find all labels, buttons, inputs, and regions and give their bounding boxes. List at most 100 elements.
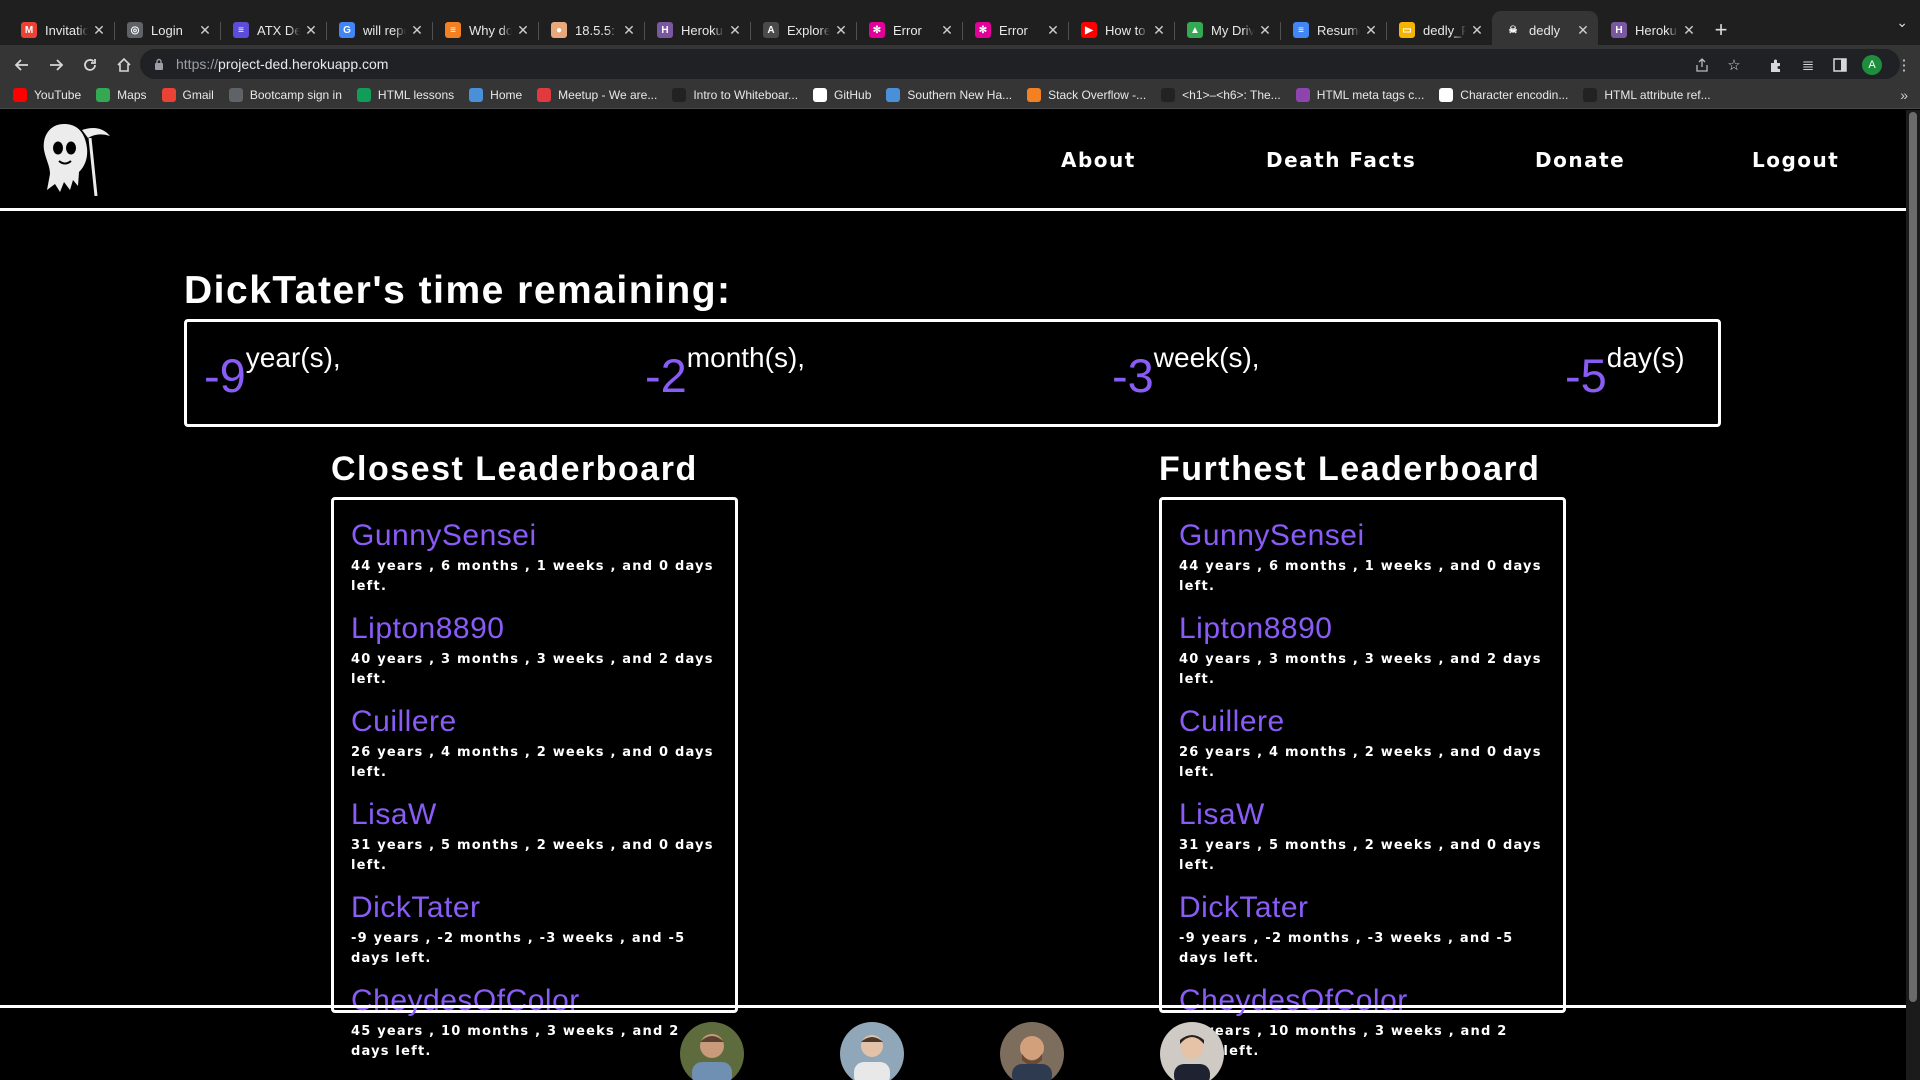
tab-favicon-icon: ≡ (233, 22, 249, 38)
leaderboard-username[interactable]: Cuillere (351, 705, 721, 739)
browser-tab-strip: MInvitation✕◎Login✕≡ATX Defi✕Gwill repo✕… (0, 0, 1920, 49)
bookmark-item[interactable]: Southern New Ha... (886, 87, 1012, 102)
browser-tab[interactable]: A Explorer✕ (750, 11, 856, 49)
tab-title: dedly_P (1423, 22, 1466, 38)
profile-avatar[interactable]: A (1856, 49, 1888, 81)
bookmark-item[interactable]: GitHub (813, 87, 871, 102)
leaderboard-time-left: -9 years , -2 months , -3 weeks , and -5… (351, 931, 686, 966)
tab-close-icon[interactable]: ✕ (410, 22, 424, 39)
browser-menu-icon[interactable]: ⋮ (1888, 49, 1920, 81)
reading-list-icon[interactable]: ≣ (1792, 49, 1824, 81)
browser-tab[interactable]: M Invitation✕ (8, 11, 114, 49)
leaderboard-username[interactable]: DickTater (1179, 891, 1549, 925)
browser-tab[interactable]: ≡ ATX Defi✕ (220, 11, 326, 49)
scrollbar-thumb[interactable] (1909, 112, 1917, 1002)
tab-close-icon[interactable]: ✕ (1046, 22, 1060, 39)
bookmark-item[interactable]: <h1>–<h6>: The... (1161, 87, 1281, 102)
browser-tab[interactable]: Gwill repo ✕ (326, 11, 432, 49)
bookmarks-bar: YouTube Maps Gmail Bootcamp sign in HTML les… (0, 81, 1920, 109)
leaderboard-username[interactable]: CheydesOfColor (1179, 984, 1549, 1018)
tab-close-icon[interactable]: ✕ (622, 22, 636, 39)
address-bar[interactable]: https://project-ded.herokuapp.com (140, 49, 1900, 79)
tab-close-icon[interactable]: ✕ (516, 22, 530, 39)
tab-search-chevron-icon[interactable]: ⌄ (1896, 14, 1908, 31)
grim-reaper-logo-icon[interactable] (38, 118, 112, 196)
browser-tab[interactable]: ☠ dedly ✕ (1492, 11, 1598, 49)
bookmark-item[interactable]: Bootcamp sign in (228, 87, 342, 102)
browser-tab[interactable]: ◎ Login ✕ (114, 11, 220, 49)
browser-tab[interactable]: ✻ Error ✕ (962, 11, 1068, 49)
nav-death-facts-link[interactable]: Death Facts (1266, 148, 1416, 172)
leaderboard-username[interactable]: DickTater (351, 891, 721, 925)
new-tab-button[interactable]: + (1704, 11, 1738, 49)
leaderboard-username[interactable]: LisaW (351, 798, 721, 832)
team-member-photo[interactable] (680, 1022, 744, 1080)
browser-tab[interactable]: ✻ Error ✕ (856, 11, 962, 49)
team-member-photo[interactable] (1000, 1022, 1064, 1080)
tab-close-icon[interactable]: ✕ (1152, 22, 1166, 39)
browser-tab[interactable]: ▲ My Drive✕ (1174, 11, 1280, 49)
tab-close-icon[interactable]: ✕ (834, 22, 848, 39)
nav-donate-link[interactable]: Donate (1535, 148, 1625, 172)
home-icon[interactable] (108, 49, 140, 81)
bookmarks-overflow-icon[interactable]: » (1900, 87, 1908, 103)
bookmark-item[interactable]: Stack Overflow -... (1027, 87, 1146, 102)
team-member-photo[interactable] (1160, 1022, 1224, 1080)
browser-tab[interactable]: H Heroku |✕ (1598, 11, 1704, 49)
tab-close-icon[interactable]: ✕ (728, 22, 742, 39)
tab-close-icon[interactable]: ✕ (1364, 22, 1378, 39)
bookmark-item[interactable]: YouTube (13, 87, 81, 102)
bookmark-favicon-icon (469, 87, 484, 102)
leaderboard-username[interactable]: Lipton8890 (1179, 612, 1549, 646)
tab-close-icon[interactable]: ✕ (1470, 22, 1484, 39)
tab-close-icon[interactable]: ✕ (198, 22, 212, 39)
share-icon[interactable] (1686, 49, 1718, 81)
tab-close-icon[interactable]: ✕ (92, 22, 106, 39)
bookmark-label: Gmail (182, 87, 214, 102)
browser-tab[interactable]: ≡ Why doe✕ (432, 11, 538, 49)
browser-tab[interactable]: ≡ Resume✕ (1280, 11, 1386, 49)
bookmark-item[interactable]: HTML attribute ref... (1583, 87, 1711, 102)
bookmark-item[interactable]: HTML lessons (356, 87, 454, 102)
bookmark-label: HTML meta tags c... (1316, 87, 1425, 102)
nav-logout-link[interactable]: Logout (1752, 148, 1839, 172)
leaderboard-username[interactable]: CheydesOfColor (351, 984, 721, 1018)
tab-close-icon[interactable]: ✕ (1576, 22, 1590, 39)
side-panel-icon[interactable] (1824, 49, 1856, 81)
tab-title: Explorer (787, 22, 830, 38)
extensions-puzzle-icon[interactable] (1760, 49, 1792, 81)
bookmark-item[interactable]: Meetup - We are... (537, 87, 657, 102)
leaderboard-time-left: 26 years , 4 months , 2 weeks , and 0 da… (1179, 745, 1542, 780)
bookmark-favicon-icon (161, 87, 176, 102)
leaderboard-username[interactable]: LisaW (1179, 798, 1549, 832)
leaderboard-entry: CheydesOfColor 45 years , 10 months , 3 w… (351, 984, 721, 1062)
team-member-photo[interactable] (840, 1022, 904, 1080)
tab-close-icon[interactable]: ✕ (1258, 22, 1272, 39)
reload-icon[interactable] (74, 49, 106, 81)
bookmark-item[interactable]: Gmail (161, 87, 214, 102)
back-arrow-icon[interactable] (6, 49, 38, 81)
tab-close-icon[interactable]: ✕ (304, 22, 318, 39)
bookmark-item[interactable]: Maps (96, 87, 147, 102)
tab-favicon-icon: ✻ (869, 22, 885, 38)
browser-tab[interactable]: ● 18.5.5: L✕ (538, 11, 644, 49)
leaderboard-username[interactable]: GunnySensei (1179, 519, 1549, 553)
browser-tab[interactable]: ▭ dedly_P ✕ (1386, 11, 1492, 49)
nav-about-link[interactable]: About (1061, 148, 1136, 172)
months-remaining: -2 month(s), (645, 344, 805, 400)
browser-tab[interactable]: H Heroku W✕ (644, 11, 750, 49)
leaderboard-username[interactable]: Lipton8890 (351, 612, 721, 646)
bookmark-item[interactable]: Character encodin... (1439, 87, 1568, 102)
tab-close-icon[interactable]: ✕ (1682, 22, 1696, 39)
forward-arrow-icon[interactable] (40, 49, 72, 81)
bookmark-item[interactable]: Home (469, 87, 522, 102)
bookmark-item[interactable]: Intro to Whiteboar... (672, 87, 798, 102)
bookmark-star-icon[interactable]: ☆ (1718, 49, 1750, 81)
bookmark-favicon-icon (537, 87, 552, 102)
page-scrollbar[interactable] (1906, 110, 1920, 1080)
browser-tab[interactable]: ▶ How to S✕ (1068, 11, 1174, 49)
leaderboard-username[interactable]: Cuillere (1179, 705, 1549, 739)
bookmark-item[interactable]: HTML meta tags c... (1295, 87, 1425, 102)
tab-close-icon[interactable]: ✕ (940, 22, 954, 39)
leaderboard-username[interactable]: GunnySensei (351, 519, 721, 553)
